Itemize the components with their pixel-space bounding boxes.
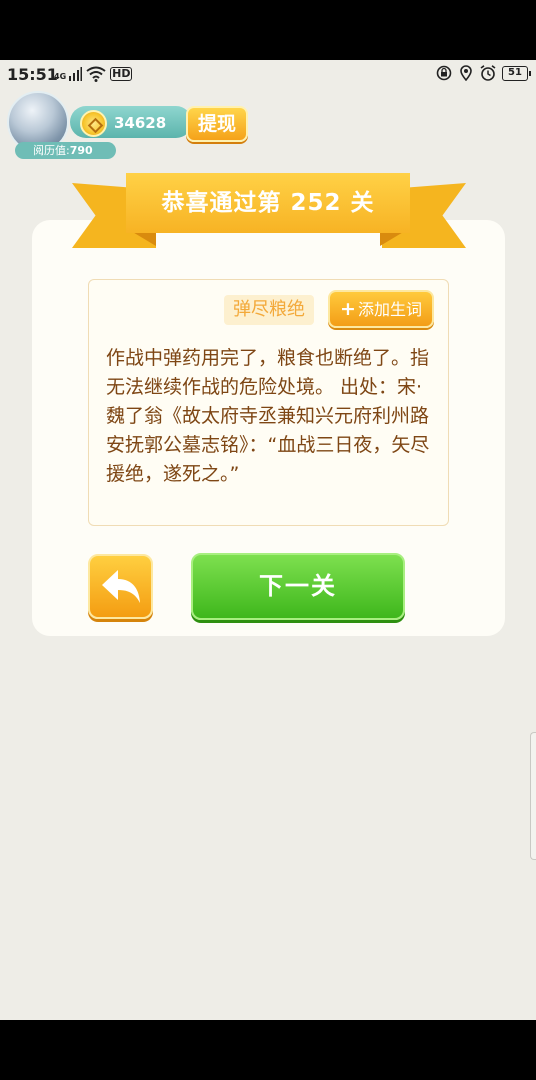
back-button[interactable] bbox=[88, 554, 153, 619]
experience-badge: 阅历值:790 bbox=[15, 142, 116, 159]
battery-icon: 51 bbox=[502, 65, 531, 81]
experience-label: 阅历值: bbox=[33, 144, 70, 157]
alarm-icon bbox=[480, 65, 496, 81]
level-complete-title: 恭喜通过第 252 关 bbox=[161, 190, 375, 216]
status-time: 15:51 bbox=[7, 65, 58, 84]
signal-icon: 4G bbox=[54, 67, 83, 81]
plus-icon: + bbox=[340, 298, 356, 320]
back-arrow-icon bbox=[102, 570, 140, 603]
hd-icon: HD bbox=[110, 67, 133, 81]
network-type-label: 4G bbox=[54, 72, 67, 81]
add-word-label: 添加生词 bbox=[357, 300, 422, 319]
status-icons-left: 4G HD bbox=[54, 66, 133, 82]
status-bar: 15:51 4G HD 51 bbox=[0, 60, 536, 88]
withdraw-button[interactable]: 提现 bbox=[186, 106, 248, 142]
location-icon bbox=[460, 65, 472, 81]
status-icons-right: 51 bbox=[436, 65, 531, 81]
idiom-word: 弹尽粮绝 bbox=[224, 295, 314, 325]
experience-value: 790 bbox=[69, 144, 93, 157]
lock-rotation-icon bbox=[436, 65, 452, 81]
idiom-definition: 作战中弹药用完了，粮食也断绝了。指无法继续作战的危险处境。 出处：宋·魏了翁《故… bbox=[106, 347, 430, 485]
side-drawer-handle[interactable] bbox=[530, 732, 536, 860]
wifi-icon bbox=[86, 66, 106, 82]
coin-count: 34628 bbox=[114, 114, 167, 132]
add-word-button[interactable]: + 添加生词 bbox=[328, 290, 434, 328]
coin-icon bbox=[80, 110, 107, 137]
game-screen: 15:51 4G HD 51 34628 提现 阅历值:790 恭喜通过第 25… bbox=[0, 60, 536, 1020]
next-level-button[interactable]: 下一关 bbox=[191, 553, 405, 620]
